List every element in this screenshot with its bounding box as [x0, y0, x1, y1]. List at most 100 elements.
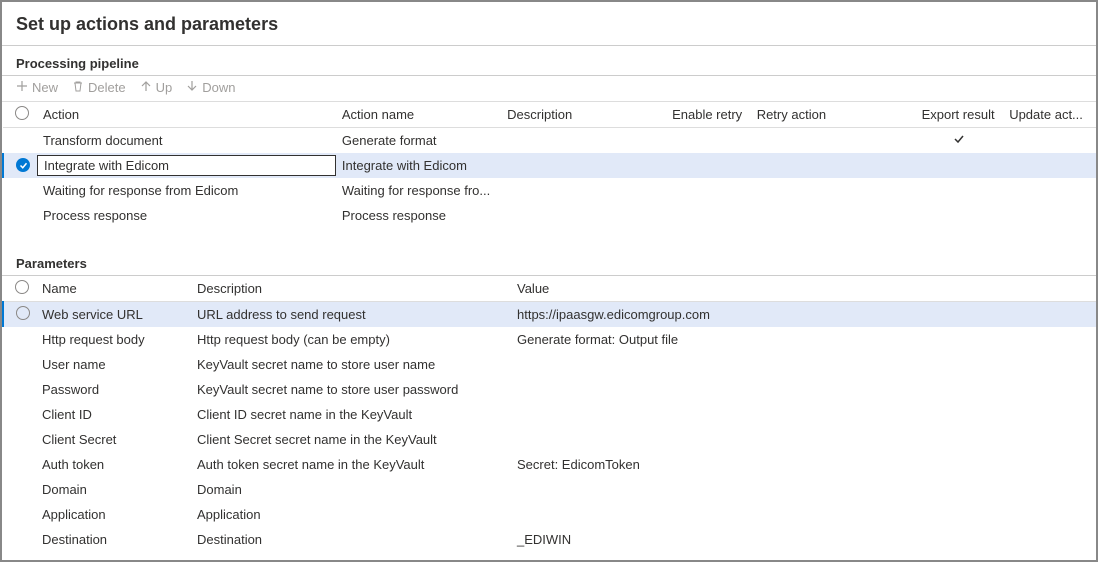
pipeline-section-title: Processing pipeline [2, 46, 1096, 75]
delete-label: Delete [88, 80, 126, 95]
col-name[interactable]: Name [36, 276, 191, 302]
col-description[interactable]: Description [501, 102, 666, 128]
param-name-cell[interactable]: Web service URL [36, 301, 191, 327]
table-row[interactable]: Waiting for response from EdicomWaiting … [3, 178, 1096, 203]
table-row[interactable]: Transform documentGenerate format [3, 128, 1096, 153]
param-name-cell[interactable]: Application [36, 502, 191, 527]
param-desc-cell: URL address to send request [191, 301, 511, 327]
row-selector[interactable] [3, 527, 36, 552]
action-cell[interactable]: Integrate with Edicom [37, 153, 336, 178]
export-result-cell[interactable] [916, 203, 1004, 228]
action-input[interactable]: Integrate with Edicom [37, 155, 336, 176]
param-name-cell[interactable]: Password [36, 377, 191, 402]
param-desc-cell: Destination [191, 527, 511, 552]
table-row[interactable]: Integrate with EdicomIntegrate with Edic… [3, 153, 1096, 178]
table-row[interactable]: Client IDClient ID secret name in the Ke… [3, 402, 1096, 427]
row-selector[interactable] [3, 452, 36, 477]
row-selector[interactable] [3, 327, 36, 352]
table-row[interactable]: Process responseProcess response [3, 203, 1096, 228]
param-desc-cell: Client Secret secret name in the KeyVaul… [191, 427, 511, 452]
param-name-cell[interactable]: Client ID [36, 402, 191, 427]
down-button[interactable]: Down [186, 80, 235, 95]
param-value-cell[interactable]: https://ipaasgw.edicomgroup.com [511, 301, 1096, 327]
action-name-cell[interactable]: Integrate with Edicom [336, 153, 501, 178]
table-row[interactable]: ApplicationApplication [3, 502, 1096, 527]
param-value-cell[interactable] [511, 377, 1096, 402]
row-selector[interactable] [3, 352, 36, 377]
param-name-cell[interactable]: Destination [36, 527, 191, 552]
row-selector[interactable] [3, 128, 37, 153]
row-selector[interactable] [3, 427, 36, 452]
col-update-act[interactable]: Update act... [1003, 102, 1096, 128]
param-value-cell[interactable]: Secret: EdicomToken [511, 452, 1096, 477]
param-value-cell[interactable] [511, 427, 1096, 452]
action-cell[interactable]: Waiting for response from Edicom [37, 178, 336, 203]
row-selector[interactable] [3, 153, 37, 178]
arrow-up-icon [140, 80, 152, 95]
col-enable-retry[interactable]: Enable retry [666, 102, 751, 128]
delete-button[interactable]: Delete [72, 80, 126, 95]
plus-icon [16, 80, 28, 95]
row-selector[interactable] [3, 203, 37, 228]
trash-icon [72, 80, 84, 95]
param-desc-cell: Domain [191, 477, 511, 502]
param-desc-cell: KeyVault secret name to store user name [191, 352, 511, 377]
parameters-section-title: Parameters [2, 246, 1096, 275]
export-result-cell[interactable] [916, 128, 1004, 153]
parameters-grid: Name Description Value Web service URLUR… [2, 276, 1096, 552]
row-selector[interactable] [3, 377, 36, 402]
row-selector[interactable] [3, 402, 36, 427]
up-button[interactable]: Up [140, 80, 173, 95]
action-name-cell[interactable]: Generate format [336, 128, 501, 153]
param-value-cell[interactable] [511, 502, 1096, 527]
action-name-cell[interactable]: Process response [336, 203, 501, 228]
table-row[interactable]: DestinationDestination_EDIWIN [3, 527, 1096, 552]
table-row[interactable]: DomainDomain [3, 477, 1096, 502]
row-selector[interactable] [3, 502, 36, 527]
table-row[interactable]: User nameKeyVault secret name to store u… [3, 352, 1096, 377]
new-button[interactable]: New [16, 80, 58, 95]
table-row[interactable]: Http request bodyHttp request body (can … [3, 327, 1096, 352]
row-selector[interactable] [3, 301, 36, 327]
row-selector[interactable] [3, 178, 37, 203]
param-name-cell[interactable]: Domain [36, 477, 191, 502]
page-title: Set up actions and parameters [2, 2, 1096, 45]
param-desc-cell: Auth token secret name in the KeyVault [191, 452, 511, 477]
param-name-cell[interactable]: Auth token [36, 452, 191, 477]
down-label: Down [202, 80, 235, 95]
param-value-cell[interactable] [511, 402, 1096, 427]
up-label: Up [156, 80, 173, 95]
action-name-cell[interactable]: Waiting for response fro... [336, 178, 501, 203]
actions-grid: Action Action name Description Enable re… [2, 102, 1096, 228]
table-row[interactable]: Auth tokenAuth token secret name in the … [3, 452, 1096, 477]
param-value-cell[interactable]: Generate format: Output file [511, 327, 1096, 352]
action-cell[interactable]: Transform document [37, 128, 336, 153]
col-action-name[interactable]: Action name [336, 102, 501, 128]
col-retry-action[interactable]: Retry action [751, 102, 916, 128]
param-value-cell[interactable]: _EDIWIN [511, 527, 1096, 552]
action-cell[interactable]: Process response [37, 203, 336, 228]
table-row[interactable]: Web service URLURL address to send reque… [3, 301, 1096, 327]
param-desc-cell: KeyVault secret name to store user passw… [191, 377, 511, 402]
param-desc-cell: Application [191, 502, 511, 527]
new-label: New [32, 80, 58, 95]
col-value[interactable]: Value [511, 276, 1096, 302]
export-result-cell[interactable] [916, 153, 1004, 178]
select-all-radio[interactable] [3, 276, 36, 302]
param-name-cell[interactable]: User name [36, 352, 191, 377]
table-row[interactable]: PasswordKeyVault secret name to store us… [3, 377, 1096, 402]
table-row[interactable]: Client SecretClient Secret secret name i… [3, 427, 1096, 452]
param-desc-cell: Http request body (can be empty) [191, 327, 511, 352]
col-export-result[interactable]: Export result [916, 102, 1004, 128]
row-selector[interactable] [3, 477, 36, 502]
arrow-down-icon [186, 80, 198, 95]
export-result-cell[interactable] [916, 178, 1004, 203]
param-name-cell[interactable]: Client Secret [36, 427, 191, 452]
col-action[interactable]: Action [37, 102, 336, 128]
toolbar: New Delete Up Down [2, 76, 1096, 102]
param-value-cell[interactable] [511, 477, 1096, 502]
col-description[interactable]: Description [191, 276, 511, 302]
param-value-cell[interactable] [511, 352, 1096, 377]
param-name-cell[interactable]: Http request body [36, 327, 191, 352]
select-all-radio[interactable] [3, 102, 37, 128]
